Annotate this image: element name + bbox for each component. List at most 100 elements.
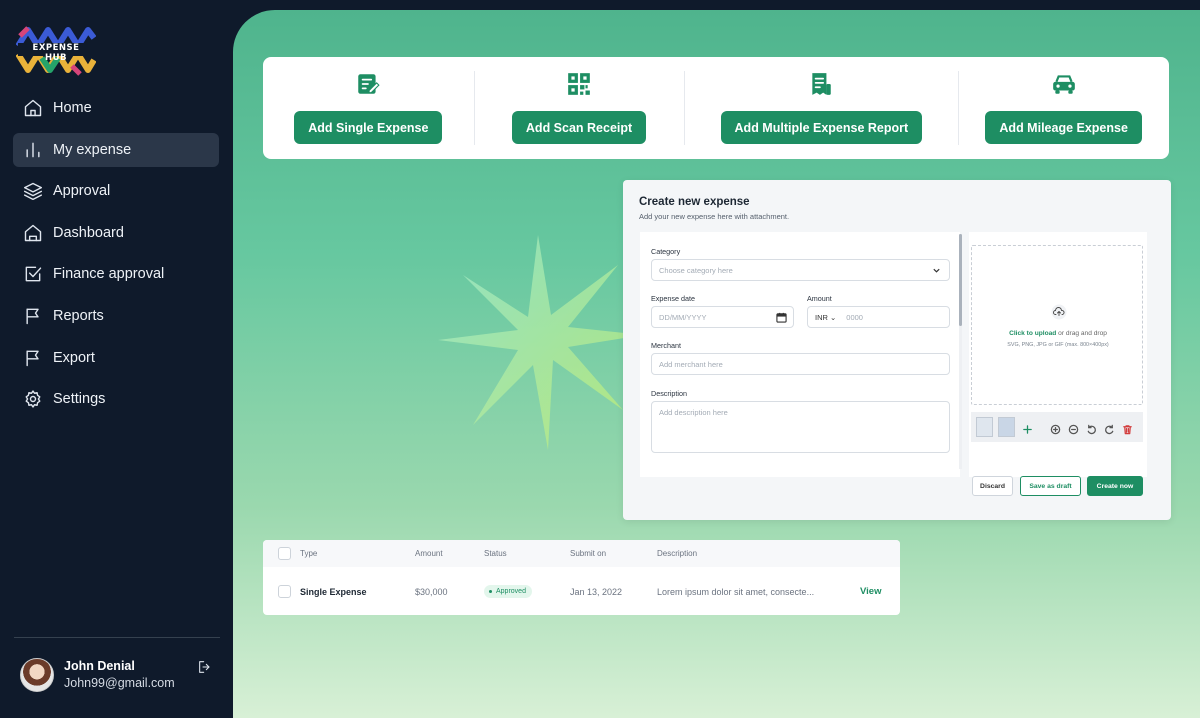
rotate-left-icon[interactable]: [1086, 422, 1097, 435]
sidebar-item-label: Dashboard: [53, 224, 124, 241]
expense-date-label: Expense date: [651, 294, 695, 303]
action-mileage-expense: Add Mileage Expense: [958, 57, 1169, 159]
check-square-icon: [23, 264, 43, 284]
sidebar-item-finance-approval[interactable]: Finance approval: [13, 257, 219, 291]
add-multiple-expense-report-button[interactable]: Add Multiple Expense Report: [720, 111, 923, 144]
column-header-status[interactable]: Status: [484, 549, 507, 558]
amount-label: Amount: [807, 294, 832, 303]
card-subtitle: Add your new expense here with attachmen…: [639, 212, 790, 221]
column-header-description[interactable]: Description: [657, 549, 697, 558]
flag-icon: [23, 306, 43, 326]
status-dot-icon: [489, 590, 492, 593]
sidebar-item-dashboard[interactable]: Dashboard: [13, 216, 219, 250]
form-scrollbar[interactable]: [959, 234, 962, 469]
sidebar-item-label: Export: [53, 349, 95, 366]
amount-placeholder: 0000: [846, 312, 863, 322]
category-placeholder: Choose category here: [659, 265, 733, 275]
user-profile: John Denial John99@gmail.com: [20, 657, 220, 697]
scrollbar-thumb[interactable]: [959, 234, 962, 326]
column-header-type[interactable]: Type: [300, 549, 317, 558]
column-header-amount[interactable]: Amount: [415, 549, 443, 558]
discard-button[interactable]: Discard: [972, 476, 1013, 496]
flag-icon: [23, 348, 43, 368]
description-placeholder: Add description here: [659, 408, 728, 417]
status-badge: Approved: [484, 585, 532, 598]
create-expense-card: Create new expense Add your new expense …: [623, 180, 1171, 520]
delete-icon[interactable]: [1122, 422, 1133, 435]
sidebar-item-label: Settings: [53, 391, 106, 408]
add-mileage-expense-button[interactable]: Add Mileage Expense: [985, 111, 1142, 144]
row-description: Lorem ipsum dolor sit amet, consecte...: [657, 587, 815, 597]
calendar-icon[interactable]: [776, 312, 787, 323]
currency-select[interactable]: INR ⌄: [815, 313, 836, 322]
save-as-draft-button[interactable]: Save as draft: [1020, 476, 1081, 496]
sidebar-nav: Home My expense Approval Dashboard Finan…: [13, 91, 219, 424]
currency-value: INR: [815, 312, 828, 322]
attachment-toolbar: [971, 412, 1143, 442]
sidebar-item-reports[interactable]: Reports: [13, 299, 219, 333]
car-icon: [1051, 71, 1077, 97]
main-content: Add Single Expense Add Scan Receipt Add …: [233, 10, 1200, 718]
sidebar-divider: [14, 637, 220, 638]
cloud-upload-icon: [1051, 304, 1067, 320]
view-link[interactable]: View: [860, 586, 881, 597]
row-amount: $30,000: [415, 587, 448, 597]
row-submit-date: Jan 13, 2022: [570, 587, 623, 597]
amount-field[interactable]: INR ⌄ 0000: [807, 306, 950, 328]
merchant-field[interactable]: Add merchant here: [651, 353, 950, 375]
zoom-out-icon[interactable]: [1068, 422, 1079, 435]
upload-hint: SVG, PNG, JPG or GIF (max. 800×400px): [1007, 342, 1109, 348]
sidebar-item-my-expense[interactable]: My expense: [13, 132, 219, 167]
expense-date-field[interactable]: DD/MM/YYYY: [651, 306, 794, 328]
attachment-thumbnail[interactable]: [998, 417, 1015, 437]
receipt-icon: [808, 71, 834, 97]
select-all-checkbox[interactable]: [278, 547, 291, 560]
status-text: Approved: [496, 588, 526, 595]
sidebar-item-label: My expense: [53, 141, 132, 158]
logo-text: EXPENSE HUB: [32, 43, 80, 63]
create-now-button[interactable]: Create now: [1087, 476, 1143, 496]
qr-code-icon: [566, 71, 592, 97]
add-icon[interactable]: [1022, 422, 1033, 434]
user-name: John Denial: [64, 659, 135, 673]
decorative-star-icon: [438, 235, 643, 450]
description-textarea[interactable]: Add description here: [651, 401, 950, 453]
category-select[interactable]: Choose category here: [651, 259, 950, 281]
table-header: Type Amount Status Submit on Description: [263, 540, 900, 567]
chevron-down-icon: [933, 268, 940, 273]
column-header-submit-on[interactable]: Submit on: [570, 549, 606, 558]
click-to-upload-link[interactable]: Click to upload: [1009, 330, 1056, 337]
row-type: Single Expense: [300, 587, 367, 597]
sidebar-item-export[interactable]: Export: [13, 341, 219, 375]
row-checkbox[interactable]: [278, 585, 291, 598]
upload-dropzone[interactable]: Click to upload or drag and drop SVG, PN…: [971, 245, 1143, 405]
user-email: John99@gmail.com: [64, 676, 175, 690]
expense-hub-logo[interactable]: EXPENSE HUB: [15, 24, 97, 76]
expense-form: Category Choose category here Expense da…: [640, 232, 960, 477]
sidebar-item-label: Approval: [53, 183, 111, 200]
merchant-placeholder: Add merchant here: [659, 359, 723, 369]
sidebar-item-approval[interactable]: Approval: [13, 174, 219, 208]
layers-icon: [23, 181, 43, 201]
action-multiple-expense: Add Multiple Expense Report: [684, 57, 958, 159]
sidebar-item-home[interactable]: Home: [13, 91, 219, 125]
gear-icon: [23, 389, 43, 409]
dashboard-icon: [23, 223, 43, 243]
attachment-thumbnail[interactable]: [976, 417, 993, 437]
sidebar-item-label: Reports: [53, 307, 104, 324]
action-single-expense: Add Single Expense: [263, 57, 474, 159]
sidebar-item-label: Home: [53, 100, 92, 116]
action-scan-receipt: Add Scan Receipt: [473, 57, 685, 159]
expense-table: Type Amount Status Submit on Description…: [263, 540, 900, 615]
add-scan-receipt-button[interactable]: Add Scan Receipt: [511, 111, 647, 144]
card-title: Create new expense: [639, 196, 750, 208]
sidebar-item-settings[interactable]: Settings: [13, 382, 219, 416]
zoom-in-icon[interactable]: [1050, 422, 1061, 435]
add-single-expense-button[interactable]: Add Single Expense: [294, 111, 443, 144]
category-label: Category: [651, 247, 681, 256]
logout-icon[interactable]: [197, 659, 213, 675]
avatar[interactable]: [20, 658, 54, 692]
upload-instructions: Click to upload or drag and drop: [972, 330, 1144, 337]
sidebar: EXPENSE HUB Home My expense Approval Das…: [0, 0, 233, 718]
rotate-right-icon[interactable]: [1104, 422, 1115, 435]
